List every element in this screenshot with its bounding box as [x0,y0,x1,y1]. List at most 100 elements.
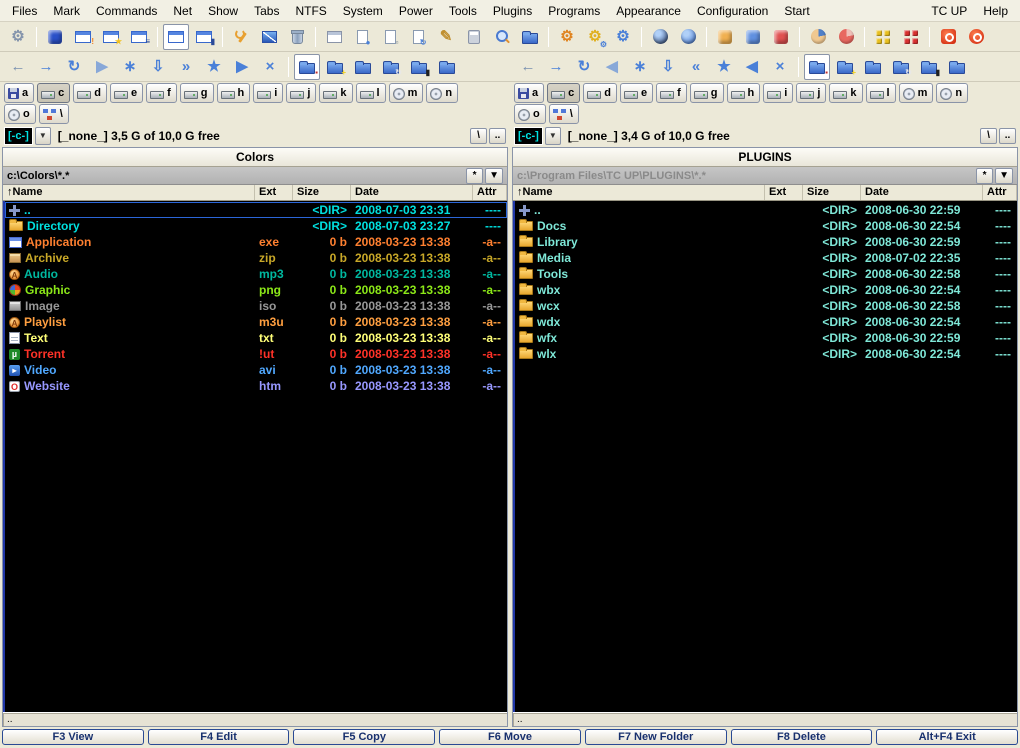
close-tab-button[interactable]: × [767,54,793,80]
column-header-date[interactable]: Date [861,185,983,200]
fkey-alt-f4-exit[interactable]: Alt+F4 Exit [876,729,1018,745]
nav-forward-button[interactable]: → [543,54,569,80]
drive-d-button[interactable]: d [73,83,107,103]
drive-a-button[interactable]: a [4,83,34,103]
nav-forward-button[interactable]: → [33,54,59,80]
fkey-f6-move[interactable]: F6 Move [439,729,581,745]
drive-g-button[interactable]: g [180,83,214,103]
step-back-button[interactable]: ◀ [599,54,625,80]
drive-m-button[interactable]: m [389,83,424,103]
recycle-bin-button[interactable] [284,24,310,50]
drive-j-button[interactable]: j [286,83,316,103]
globe-dark-button[interactable] [647,24,673,50]
menu-appearance[interactable]: Appearance [608,2,689,20]
window-favorites-button[interactable]: ★ [98,24,124,50]
file-row-application[interactable]: Applicationexe0 b2008-03-23 13:38-a-- [5,234,507,250]
doc-refresh-button[interactable]: ↻ [405,24,431,50]
menu-commands[interactable]: Commands [88,2,165,20]
drive-i-button[interactable]: i [763,83,793,103]
filter-button[interactable]: * [466,168,483,184]
root-dir-button[interactable]: \ [980,128,997,144]
column-header-attr[interactable]: Attr [473,185,507,200]
file-row-wfx[interactable]: wfx<DIR>2008-06-30 22:59---- [515,330,1017,346]
drive-c-button[interactable]: c [37,83,70,103]
edit-pencil-button[interactable]: ✎ [433,24,459,50]
layout-vertical-button[interactable]: ▮ [191,24,217,50]
file-row-up[interactable]: ..<DIR>2008-06-30 22:59---- [515,202,1017,218]
cube-blue-button[interactable] [740,24,766,50]
menu-files[interactable]: Files [4,2,45,20]
cube-orange-button[interactable] [712,24,738,50]
doc-sync-button[interactable]: ● [349,24,375,50]
folder-panel-button[interactable]: ▮ [406,54,432,80]
menu-net[interactable]: Net [165,2,200,20]
drive-h-button[interactable]: h [217,83,251,103]
column-header-name[interactable]: ↑Name [3,185,255,200]
file-row-image[interactable]: Imageiso0 b2008-03-23 13:38-a-- [5,298,507,314]
drive-h-button[interactable]: h [727,83,761,103]
file-row-playlist[interactable]: Playlistm3u0 b2008-03-23 13:38-a-- [5,314,507,330]
options-gear-button[interactable]: ⚙ [5,24,31,50]
drive-f-button[interactable]: f [146,83,177,103]
favorites-star-button[interactable]: ★ [711,54,737,80]
menu-tabs[interactable]: Tabs [246,2,287,20]
fkey-f5-copy[interactable]: F5 Copy [293,729,435,745]
drive-e-button[interactable]: e [620,83,653,103]
folder-new-button[interactable]: + [322,54,348,80]
fkey-f7-new-folder[interactable]: F7 New Folder [585,729,727,745]
folder-new-button[interactable]: + [832,54,858,80]
file-row-docs[interactable]: Docs<DIR>2008-06-30 22:54---- [515,218,1017,234]
menu-tools[interactable]: Tools [441,2,485,20]
favorites-star-button[interactable]: ★ [201,54,227,80]
burst-button[interactable]: ∗ [627,54,653,80]
gear-orange-button[interactable]: ⚙ [554,24,580,50]
column-header-size[interactable]: Size [293,185,351,200]
file-row-archive[interactable]: Archivezip0 b2008-03-23 13:38-a-- [5,250,507,266]
drive-n-button[interactable]: n [426,83,458,103]
menu-system[interactable]: System [335,2,391,20]
filter-down-button[interactable]: ⇩ [145,54,171,80]
filter-down-button[interactable]: ⇩ [655,54,681,80]
folder-picture-button[interactable]: ▫ [944,54,970,80]
window-frame-button[interactable] [321,24,347,50]
file-row-library[interactable]: Library<DIR>2008-06-30 22:59---- [515,234,1017,250]
fast-forward-button[interactable]: » [173,54,199,80]
nav-back-button[interactable]: ← [515,54,541,80]
drive-network-button[interactable]: \ [39,104,69,124]
fkey-f4-edit[interactable]: F4 Edit [148,729,290,745]
grid-red-button[interactable] [898,24,924,50]
drive-j-button[interactable]: j [796,83,826,103]
column-header-ext[interactable]: Ext [765,185,803,200]
doc-copy-button[interactable]: ▫ [377,24,403,50]
parent-dir-button[interactable]: .. [999,128,1016,144]
drive-o-button[interactable]: o [4,104,36,124]
column-header-size[interactable]: Size [803,185,861,200]
burst-button[interactable]: ∗ [117,54,143,80]
file-row-graphic[interactable]: Graphicpng0 b2008-03-23 13:38-a-- [5,282,507,298]
file-row-text[interactable]: Texttxt0 b2008-03-23 13:38-a-- [5,330,507,346]
fkey-f3-view[interactable]: F3 View [2,729,144,745]
rewind-button[interactable]: « [683,54,709,80]
history-dropdown-button[interactable]: ▼ [995,168,1013,184]
drive-l-button[interactable]: l [356,83,386,103]
layout-two-panels-button[interactable] [163,24,189,50]
go-back-play-button[interactable]: ◀ [739,54,765,80]
file-row-media[interactable]: Media<DIR>2008-07-02 22:35---- [515,250,1017,266]
drive-f-button[interactable]: f [656,83,687,103]
menu-ntfs[interactable]: NTFS [287,2,334,20]
drive-c-button[interactable]: c [547,83,580,103]
menu-start[interactable]: Start [776,2,817,20]
folder-sync-button[interactable]: ↻ [378,54,404,80]
refresh-button[interactable]: ↻ [61,54,87,80]
menu-configuration[interactable]: Configuration [689,2,776,20]
defrag-chart-button[interactable] [256,24,282,50]
window-list-button[interactable]: ≡ [126,24,152,50]
drive-k-button[interactable]: k [319,83,352,103]
root-dir-button[interactable]: \ [470,128,487,144]
folder-blue-button[interactable] [350,54,376,80]
menu-mark[interactable]: Mark [45,2,88,20]
drive-selector-arrow-icon[interactable]: ▼ [35,127,51,145]
close-tab-button[interactable]: × [257,54,283,80]
file-row-wdx[interactable]: wdx<DIR>2008-06-30 22:54---- [515,314,1017,330]
folder-picture-button[interactable]: ▫ [434,54,460,80]
